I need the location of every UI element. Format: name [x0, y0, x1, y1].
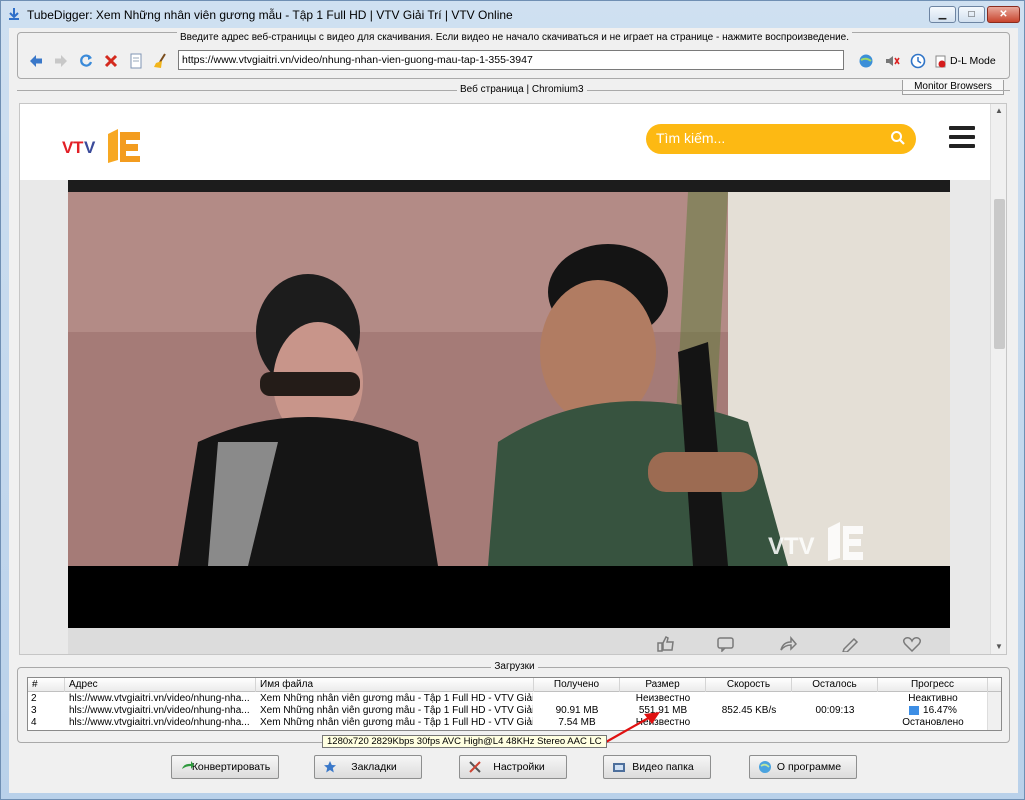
scroll-up-icon[interactable]: ▲ — [995, 106, 1003, 115]
row-filename: Xem Những nhân viên gương mẫu - Tập 1 Fu… — [260, 717, 533, 728]
row-address: hls://www.vtvgiaitri.vn/video/nhung-nha.… — [69, 705, 250, 716]
svg-text:T: T — [73, 138, 84, 157]
table-row[interactable]: 2 hls://www.vtvgiaitri.vn/video/nhung-nh… — [28, 693, 988, 705]
svg-text:VTV: VTV — [768, 533, 815, 560]
row-filename: Xem Những nhân viên gương mẫu - Tập 1 Fu… — [260, 693, 533, 704]
video-folder-button[interactable]: Видео папка — [603, 755, 711, 779]
clock-icon[interactable] — [910, 53, 926, 69]
row-speed: 852.45 KB/s — [721, 705, 777, 716]
format-tooltip: 1280x720 2829Kbps 30fps AVC High@L4 48KH… — [322, 735, 607, 748]
heart-icon[interactable] — [902, 636, 922, 652]
close-button[interactable]: ✕ — [987, 6, 1020, 23]
broom-icon[interactable] — [153, 53, 169, 69]
row-number: 2 — [31, 693, 37, 704]
edit-icon[interactable] — [840, 636, 860, 652]
globe-icon[interactable] — [858, 53, 874, 69]
col-header-speed[interactable]: Скорость — [706, 678, 792, 692]
col-header-remaining[interactable]: Осталось — [792, 678, 878, 692]
site-header: V T V Tìm kiếm... — [20, 104, 990, 180]
row-speed — [706, 717, 792, 729]
settings-button[interactable]: Настройки — [459, 755, 567, 779]
tools-icon — [469, 761, 481, 773]
progress-bar — [909, 705, 920, 715]
table-row[interactable]: 4 hls://www.vtvgiaitri.vn/video/nhung-nh… — [28, 717, 988, 729]
url-input[interactable] — [178, 50, 844, 70]
row-remaining — [792, 717, 878, 729]
search-icon[interactable] — [890, 130, 906, 146]
tubedigger-app-icon — [9, 8, 19, 20]
minimize-button[interactable]: ▁ — [929, 6, 956, 23]
downloads-scrollbar[interactable] — [987, 692, 1001, 730]
video-letterbox — [68, 566, 950, 628]
video-frame[interactable]: VTV — [68, 192, 950, 566]
downloads-table-header: # Адрес Имя файла Получено Размер Скорос… — [28, 678, 1001, 692]
video-player[interactable]: VTV — [68, 180, 950, 628]
speaker-icon[interactable] — [884, 53, 900, 69]
col-header-filename[interactable]: Имя файла — [256, 678, 534, 692]
col-header-progress[interactable]: Прогресс — [878, 678, 988, 692]
convert-button[interactable]: Конвертировать — [171, 755, 279, 779]
scrollbar-thumb[interactable] — [994, 199, 1005, 349]
forward-arrow-icon[interactable] — [53, 53, 69, 69]
client-area: Введите адрес веб-страницы с видео для с… — [9, 28, 1018, 793]
video-scene: VTV — [68, 192, 950, 566]
col-header-size[interactable]: Размер — [620, 678, 706, 692]
scroll-down-icon[interactable]: ▼ — [995, 642, 1003, 651]
refresh-icon[interactable] — [78, 53, 94, 69]
web-page-caption: Веб страница | Chromium3 — [17, 84, 1010, 100]
downloads-caption: Загрузки — [18, 661, 1011, 672]
row-remaining — [792, 693, 878, 705]
row-received — [534, 693, 620, 705]
browser-vertical-scrollbar[interactable]: ▲ ▼ — [990, 104, 1006, 654]
video-actions-bar — [68, 628, 950, 654]
col-header-number[interactable]: # — [28, 678, 65, 692]
site-search-placeholder: Tìm kiếm... — [656, 130, 726, 146]
like-icon[interactable] — [656, 636, 676, 652]
address-panel: Введите адрес веб-страницы с видео для с… — [17, 32, 1010, 79]
row-address: hls://www.vtvgiaitri.vn/video/nhung-nha.… — [69, 693, 250, 704]
row-number: 4 — [31, 717, 37, 728]
row-filename: Xem Những nhân viên gương mẫu - Tập 1 Fu… — [260, 705, 533, 716]
row-progress-cell: 16.47% — [878, 705, 988, 717]
row-progress: Неактивно — [908, 693, 958, 704]
back-arrow-icon[interactable] — [28, 53, 44, 69]
star-icon — [324, 761, 336, 773]
globe-info-icon — [759, 761, 771, 773]
embedded-browser: V T V Tìm kiếm... VTV ▲ ▼ — [19, 103, 1007, 655]
site-search-input[interactable]: Tìm kiếm... — [646, 124, 916, 154]
convert-icon — [182, 761, 194, 769]
svg-text:V: V — [84, 138, 96, 157]
about-button[interactable]: О программе — [749, 755, 857, 779]
window-title: TubeDigger: Xem Những nhân viên gương mẫ… — [27, 8, 513, 22]
vtv-giai-tri-logo[interactable]: V T V — [62, 126, 142, 166]
share-icon[interactable] — [778, 636, 798, 652]
row-number: 3 — [31, 705, 37, 716]
annotation-arrow — [605, 712, 660, 743]
row-progress: Остановлено — [902, 717, 964, 728]
row-address: hls://www.vtvgiaitri.vn/video/nhung-nha.… — [69, 717, 250, 728]
title-bar[interactable]: TubeDigger: Xem Những nhân viên gương mẫ… — [1, 1, 1024, 27]
row-speed — [706, 693, 792, 705]
row-size: Неизвестно — [635, 693, 691, 704]
col-header-received[interactable]: Получено — [534, 678, 620, 692]
bookmarks-button[interactable]: Закладки — [314, 755, 422, 779]
record-icon[interactable] — [933, 53, 949, 69]
row-progress: 16.47% — [923, 705, 957, 716]
row-remaining: 00:09:13 — [815, 705, 855, 716]
comment-icon[interactable] — [716, 636, 736, 652]
film-folder-icon — [613, 763, 625, 772]
stop-icon[interactable] — [103, 53, 119, 69]
downloads-table: # Адрес Имя файла Получено Размер Скорос… — [27, 677, 1002, 731]
col-header-address[interactable]: Адрес — [65, 678, 256, 692]
page-icon[interactable] — [128, 53, 144, 69]
app-window: TubeDigger: Xem Những nhân viên gương mẫ… — [0, 0, 1025, 800]
dl-mode-label[interactable]: D-L Mode — [950, 55, 996, 67]
downloads-panel: Загрузки # Адрес Имя файла Получено Разм… — [17, 661, 1010, 743]
hamburger-menu-icon[interactable] — [949, 126, 975, 148]
address-caption: Введите адрес веб-страницы с видео для с… — [18, 32, 1011, 43]
maximize-button[interactable]: □ — [958, 6, 985, 23]
table-row[interactable]: 3 hls://www.vtvgiaitri.vn/video/nhung-nh… — [28, 705, 988, 717]
